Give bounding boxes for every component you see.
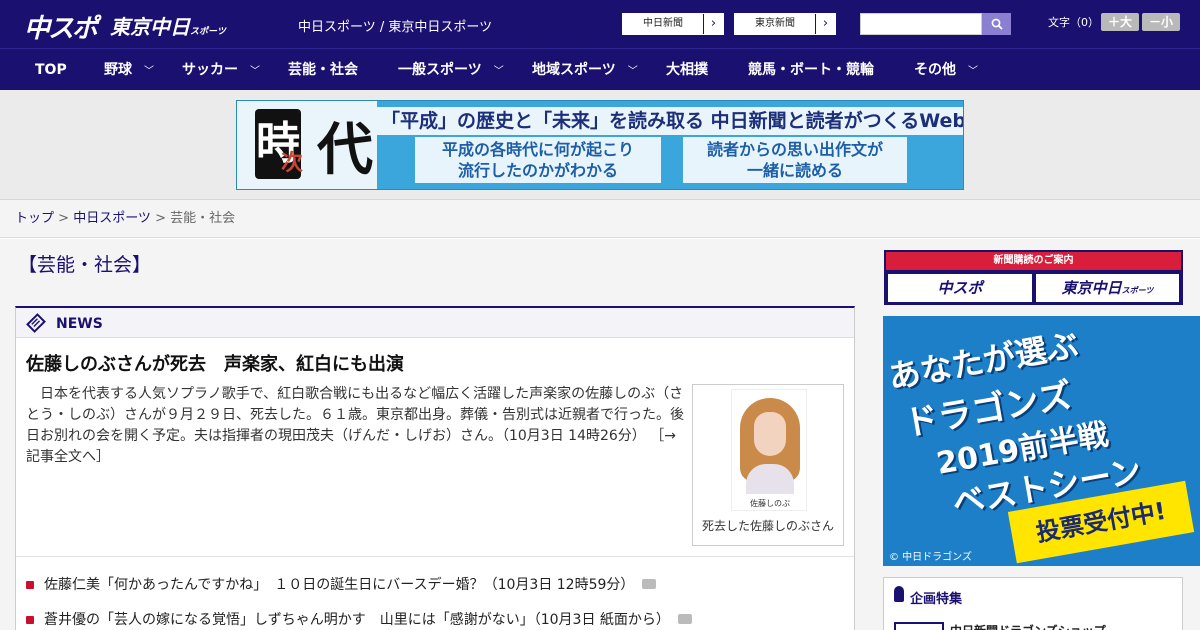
- nav-label: 一般スポーツ: [398, 62, 482, 78]
- article-photo: 佐藤しのぶ: [731, 389, 807, 511]
- article-title[interactable]: 佐藤しのぶさんが死去 声楽家、紅白にも出演: [26, 350, 404, 376]
- main-nav: TOP 野球 ﹀ サッカー ﹀ 芸能・社会 一般スポーツ ﹀ 地域スポーツ ﹀ 大相撲 …: [0, 48, 1200, 90]
- chunichi-shimbun-button[interactable]: 中日新聞 ›: [622, 13, 724, 35]
- nav-sumo[interactable]: 大相撲: [666, 49, 708, 91]
- news-item-text: 佐藤仁美「何かあったんですかね」 １０日の誕生日にバースデー婚？（10月3日 1…: [44, 577, 635, 593]
- breadcrumb-top[interactable]: トップ: [15, 211, 54, 226]
- subscribe-button-small: スポーツ: [1121, 286, 1154, 295]
- font-smaller-button[interactable]: －小: [1142, 13, 1180, 31]
- chevron-down-icon: ﹀: [493, 66, 504, 77]
- subscribe-button-label: 東京中日: [1061, 279, 1122, 297]
- breadcrumb: トップ > 中日スポーツ > 芸能・社会: [0, 200, 1200, 238]
- subscription-header: 新聞購読のご案内: [886, 252, 1181, 270]
- nav-label: 大相撲: [666, 62, 708, 78]
- news-label: NEWS: [56, 316, 103, 332]
- nav-baseball[interactable]: 野球 ﹀: [104, 49, 154, 91]
- chevron-down-icon: ﹀: [968, 66, 978, 77]
- banner-band: 時 次 代 「平成」の歴史と「未来」を読み取る 中日新聞と読者がつくるWebサイ…: [0, 90, 1200, 200]
- camera-icon: [677, 614, 692, 624]
- banner-box-2: 読者からの思い出作文が 一緒に読める: [683, 137, 907, 183]
- banner-box-2-line-2: 一緒に読める: [746, 161, 843, 180]
- camera-icon: [642, 579, 657, 589]
- nav-label: 地域スポーツ: [532, 62, 616, 78]
- pin-icon: [894, 586, 904, 602]
- page-title: 【芸能・社会】: [18, 254, 152, 276]
- photo-name-label: 佐藤しのぶ: [750, 499, 790, 508]
- nav-label: 野球: [104, 62, 132, 78]
- nav-entertainment[interactable]: 芸能・社会: [288, 49, 358, 91]
- feature-title: 企画特集: [910, 592, 963, 607]
- banner-box-1-line-1: 平成の各時代に何が起こり: [441, 140, 634, 159]
- breadcrumb-separator: >: [54, 211, 74, 226]
- banner-ji-sub-char: 次: [281, 151, 304, 176]
- font-larger-button[interactable]: ＋大: [1101, 13, 1139, 31]
- photo-face-shape: [754, 412, 786, 456]
- font-size-label: 文字（0）: [1048, 16, 1099, 29]
- article-photo-card[interactable]: 佐藤しのぶ 死去した佐藤しのぶさん: [692, 384, 844, 546]
- banner-box-1-line-2: 流行したのかがわかる: [457, 161, 618, 180]
- news-list-item[interactable]: 佐藤仁美「何かあったんですかね」 １０日の誕生日にバースデー婚？（10月3日 1…: [26, 574, 657, 594]
- tokyo-chunichi-logo[interactable]: 東京中日スポーツ: [110, 11, 226, 40]
- banner-logo-area: 時 次 代: [237, 101, 377, 189]
- dragons-vote-ad[interactable]: あなたが選ぶ ドラゴンズ 2019前半戦 ベストシーン 投票受付中! © 中日ド…: [883, 316, 1200, 566]
- nav-others[interactable]: その他 ﹀: [914, 49, 978, 91]
- nav-top[interactable]: TOP: [35, 49, 67, 91]
- nav-label: TOP: [35, 62, 67, 78]
- news-item-text: 蒼井優の「芸人の嫁になる覚悟」しずちゃん明かす 山里には「感謝がない」（10月3…: [44, 612, 670, 628]
- site-link-separator: /: [375, 20, 389, 35]
- nav-general-sports[interactable]: 一般スポーツ ﹀: [398, 49, 504, 91]
- nav-regional-sports[interactable]: 地域スポーツ ﹀: [532, 49, 638, 91]
- search-button[interactable]: [982, 13, 1011, 35]
- banner-headline: 「平成」の歴史と「未来」を読み取る 中日新聞と読者がつくるWebサイト: [377, 107, 963, 135]
- chuspo-logo[interactable]: 中スポ: [24, 8, 98, 45]
- breadcrumb-chunichi-sports[interactable]: 中日スポーツ: [73, 211, 151, 226]
- tokyo-logo-small: スポーツ: [190, 27, 226, 37]
- subscribe-chuspo-button[interactable]: 中スポ: [888, 274, 1032, 302]
- breadcrumb-separator: >: [150, 211, 171, 226]
- search-icon: [991, 18, 1003, 30]
- newspaper-icon: [26, 313, 46, 333]
- article-body-text: 日本を代表する人気ソプラノ歌手で、紅白歌合戦にも出るなど幅広く活躍した声楽家の佐…: [26, 386, 684, 444]
- nav-label: 競馬・ボート・競輪: [748, 62, 874, 78]
- site-links: 中日スポーツ / 東京中日スポーツ: [298, 16, 492, 35]
- nav-label: その他: [914, 62, 956, 78]
- breadcrumb-current: 芸能・社会: [170, 211, 236, 226]
- banner-box-2-line-1: 読者からの思い出作文が: [706, 140, 883, 159]
- site-link-tokyo-chunichi-sports[interactable]: 東京中日スポーツ: [388, 20, 492, 35]
- nav-label: サッカー: [182, 62, 238, 78]
- tokyo-shimbun-button[interactable]: 東京新聞 ›: [734, 13, 836, 35]
- chevron-right-icon: ›: [703, 14, 723, 34]
- chevron-down-icon: ﹀: [627, 66, 638, 77]
- feature-thumbnail[interactable]: [894, 622, 944, 630]
- search-input[interactable]: [860, 13, 982, 35]
- ad-credit: © 中日ドラゴンズ: [889, 552, 972, 563]
- paper-button-label: 中日新聞: [643, 18, 683, 29]
- news-panel: NEWS 佐藤しのぶさんが死去 声楽家、紅白にも出演 日本を代表する人気ソプラノ…: [15, 306, 855, 630]
- tokyo-logo-text: 東京中日: [110, 15, 190, 39]
- nav-soccer[interactable]: サッカー ﹀: [182, 49, 260, 91]
- chevron-right-icon: ›: [815, 14, 835, 34]
- article-summary: 日本を代表する人気ソプラノ歌手で、紅白歌合戦にも出るなど幅広く活躍した声楽家の佐…: [26, 384, 686, 468]
- nav-racing[interactable]: 競馬・ボート・競輪: [748, 49, 874, 91]
- site-link-chunichi-sports[interactable]: 中日スポーツ: [298, 20, 376, 35]
- bullet-icon: [26, 581, 34, 589]
- feature-item-link[interactable]: 中日新聞ドラゴンズショップ: [950, 622, 1106, 630]
- chevron-down-icon: ﹀: [144, 66, 154, 77]
- news-divider: [16, 556, 854, 557]
- subscription-box: 新聞購読のご案内 中スポ 東京中日スポーツ: [884, 250, 1183, 305]
- feature-box: 企画特集 中日新聞ドラゴンズショップ: [883, 577, 1183, 630]
- banner-box-1: 平成の各時代に何が起こり 流行したのかがわかる: [415, 137, 661, 183]
- paper-button-label: 東京新聞: [755, 18, 795, 29]
- news-list-item[interactable]: 蒼井優の「芸人の嫁になる覚悟」しずちゃん明かす 山里には「感謝がない」（10月3…: [26, 609, 692, 629]
- bullet-icon: [26, 616, 34, 624]
- subscribe-tokyo-chunichi-button[interactable]: 東京中日スポーツ: [1036, 274, 1179, 302]
- top-header: 中スポ 東京中日スポーツ 中日スポーツ / 東京中日スポーツ 中日新聞 › 東京…: [0, 0, 1200, 48]
- chevron-down-icon: ﹀: [250, 66, 260, 77]
- photo-body-shape: [746, 464, 794, 494]
- photo-caption: 死去した佐藤しのぶさん: [701, 519, 834, 533]
- banner-dai-char: 代: [317, 118, 373, 183]
- news-header: NEWS: [16, 308, 854, 338]
- jidai-banner-ad[interactable]: 時 次 代 「平成」の歴史と「未来」を読み取る 中日新聞と読者がつくるWebサイ…: [236, 100, 964, 190]
- nav-label: 芸能・社会: [288, 62, 358, 78]
